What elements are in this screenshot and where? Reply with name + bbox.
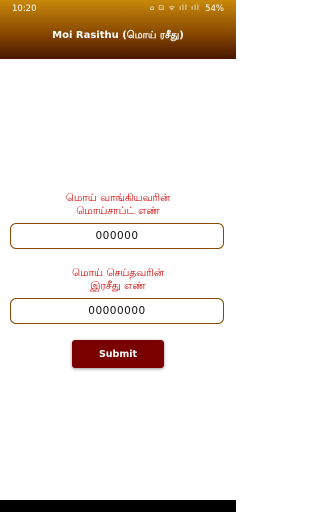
moi-receiver-number-input[interactable]: 000000 <box>10 223 224 249</box>
submit-button[interactable]: Submit <box>72 340 164 368</box>
system-nav-bar <box>0 500 236 512</box>
app-header: 10:20 ⌂ ⊡ ᯤ ıll ıll 54% Moi Rasithu (மொய… <box>0 0 236 59</box>
page-title: Moi Rasithu (மொய் ரசீது) <box>52 30 184 41</box>
field1-value: 000000 <box>95 230 139 242</box>
receipt-number-input[interactable]: 00000000 <box>10 298 224 324</box>
status-time: 10:20 <box>12 4 37 14</box>
field1-label: மொய் வாங்கியவரின் மொய்சாப்ட் எண் <box>0 192 236 218</box>
field2-label-line2: இரசீது எண் <box>90 280 146 292</box>
status-icons: ⌂ ⊡ ᯤ ıll ıll <box>149 4 200 12</box>
field2-label-line1: மொய் செய்தவரின் <box>71 267 165 279</box>
battery-level: 54% <box>205 4 224 14</box>
field2-label: மொய் செய்தவரின் இரசீது எண் <box>0 267 236 293</box>
status-bar: 10:20 ⌂ ⊡ ᯤ ıll ıll 54% <box>0 0 236 18</box>
field1-label-line2: மொய்சாப்ட் எண் <box>76 205 160 217</box>
field1-label-line1: மொய் வாங்கியவரின் <box>65 192 171 204</box>
field2-value: 00000000 <box>88 305 146 317</box>
